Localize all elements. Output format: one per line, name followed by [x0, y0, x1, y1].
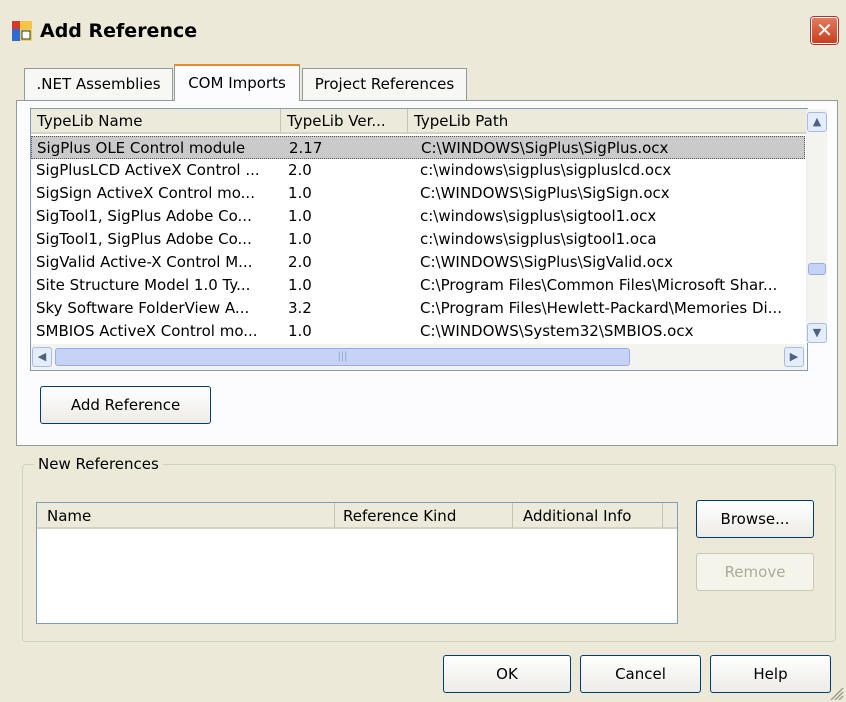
- tab-com-imports[interactable]: COM Imports: [174, 64, 300, 101]
- remove-button[interactable]: Remove: [696, 553, 814, 591]
- column-header-typelib-path[interactable]: TypeLib Path: [408, 109, 806, 134]
- typelib-row[interactable]: SigPlusLCD ActiveX Control ... 2.0 c:\wind…: [31, 159, 805, 182]
- column-header-reference-kind[interactable]: Reference Kind: [335, 503, 513, 529]
- typelib-path-cell: c:\windows\sigplus\sigpluslcd.ocx: [420, 161, 672, 179]
- resize-grip-icon[interactable]: [828, 686, 844, 700]
- column-header-additional-info[interactable]: Additional Info: [513, 503, 663, 529]
- tab-project-references[interactable]: Project References: [302, 68, 467, 100]
- close-button[interactable]: ✕: [811, 17, 838, 44]
- new-references-label: New References: [34, 455, 163, 473]
- typelib-path-cell: C:\WINDOWS\SigPlus\SigValid.ocx: [420, 253, 674, 271]
- typelib-row[interactable]: SigPlus OLE Control module 2.17 C:\WINDOWS…: [31, 136, 805, 159]
- typelib-name-cell: Site Structure Model 1.0 Ty...: [36, 276, 251, 294]
- typelib-path-cell: c:\windows\sigplus\sigtool1.oca: [420, 230, 657, 248]
- typelib-name-cell: SigTool1, SigPlus Adobe Co...: [36, 207, 252, 225]
- help-button[interactable]: Help: [710, 655, 831, 693]
- column-header-typelib-version[interactable]: TypeLib Ver...: [281, 109, 408, 134]
- horizontal-scroll-thumb[interactable]: |||: [55, 348, 630, 366]
- typelib-row[interactable]: Site Structure Model 1.0 Ty... 1.0 C:\Prog…: [31, 274, 805, 297]
- typelib-row[interactable]: SMBIOS ActiveX Control mo... 1.0 C:\WINDOW…: [31, 320, 805, 343]
- typelib-version-cell: 1.0: [288, 184, 312, 202]
- typelib-version-cell: 1.0: [288, 230, 312, 248]
- grip-icon: |||: [337, 351, 348, 362]
- typelib-path-cell: C:\Program Files\Hewlett-Packard\Memorie…: [420, 299, 782, 317]
- scroll-left-button[interactable]: ◀: [32, 347, 52, 367]
- close-icon: ✕: [816, 18, 833, 42]
- add-reference-icon: [12, 21, 32, 41]
- typelib-row[interactable]: SigValid Active-X Control M... 2.0 C:\WIND…: [31, 251, 805, 274]
- typelib-row[interactable]: SigTool1, SigPlus Adobe Co... 1.0 c:\windo…: [31, 205, 805, 228]
- arrow-right-icon: ▶: [789, 350, 799, 363]
- typelib-path-cell: C:\WINDOWS\SigPlus\SigSign.ocx: [420, 184, 670, 202]
- typelib-name-cell: SigTool1, SigPlus Adobe Co...: [36, 230, 252, 248]
- arrow-left-icon: ◀: [37, 350, 47, 363]
- typelib-version-cell: 2.0: [288, 161, 312, 179]
- typelib-path-cell: C:\WINDOWS\System32\SMBIOS.ocx: [420, 322, 694, 340]
- typelib-version-cell: 3.2: [288, 299, 312, 317]
- arrow-down-icon: ▼: [812, 326, 822, 339]
- arrow-up-icon: ▲: [812, 115, 822, 128]
- vertical-scrollbar[interactable]: [806, 109, 827, 343]
- cancel-button[interactable]: Cancel: [580, 655, 701, 693]
- vertical-scroll-thumb[interactable]: [808, 263, 826, 275]
- typelib-row[interactable]: Sky Software FolderView A... 3.2 C:\Progra…: [31, 297, 805, 320]
- typelib-name-cell: Sky Software FolderView A...: [36, 299, 250, 317]
- typelib-version-cell: 2.17: [289, 139, 323, 157]
- scroll-down-button[interactable]: ▼: [807, 323, 827, 343]
- add-reference-button[interactable]: Add Reference: [40, 386, 211, 424]
- browse-button[interactable]: Browse...: [696, 500, 814, 538]
- typelib-version-cell: 1.0: [288, 276, 312, 294]
- typelib-path-cell: C:\WINDOWS\SigPlus\SigPlus.ocx: [421, 139, 669, 157]
- column-header-typelib-name[interactable]: TypeLib Name: [31, 109, 281, 134]
- typelib-name-cell: SigSign ActiveX Control mo...: [36, 184, 255, 202]
- scroll-up-button[interactable]: ▲: [807, 112, 827, 132]
- scroll-right-button[interactable]: ▶: [784, 347, 804, 367]
- typelib-path-cell: c:\windows\sigplus\sigtool1.ocx: [420, 207, 657, 225]
- typelib-version-cell: 1.0: [288, 207, 312, 225]
- typelib-row[interactable]: SigTool1, SigPlus Adobe Co... 1.0 c:\windo…: [31, 228, 805, 251]
- typelib-version-cell: 2.0: [288, 253, 312, 271]
- typelib-name-cell: SigPlusLCD ActiveX Control ...: [36, 161, 260, 179]
- tab-net-assemblies[interactable]: .NET Assemblies: [24, 68, 173, 100]
- typelib-path-cell: C:\Program Files\Common Files\Microsoft …: [420, 276, 778, 294]
- typelib-version-cell: 1.0: [288, 322, 312, 340]
- typelib-row[interactable]: SigSign ActiveX Control mo... 1.0 C:\WINDO…: [31, 182, 805, 205]
- column-header-filler: [663, 503, 677, 529]
- typelib-name-cell: SigPlus OLE Control module: [37, 139, 246, 157]
- ok-button[interactable]: OK: [443, 655, 571, 693]
- typelib-name-cell: SigValid Active-X Control M...: [36, 253, 253, 271]
- window-title: Add Reference: [40, 20, 198, 42]
- typelib-name-cell: SMBIOS ActiveX Control mo...: [36, 322, 258, 340]
- column-header-name[interactable]: Name: [37, 503, 335, 529]
